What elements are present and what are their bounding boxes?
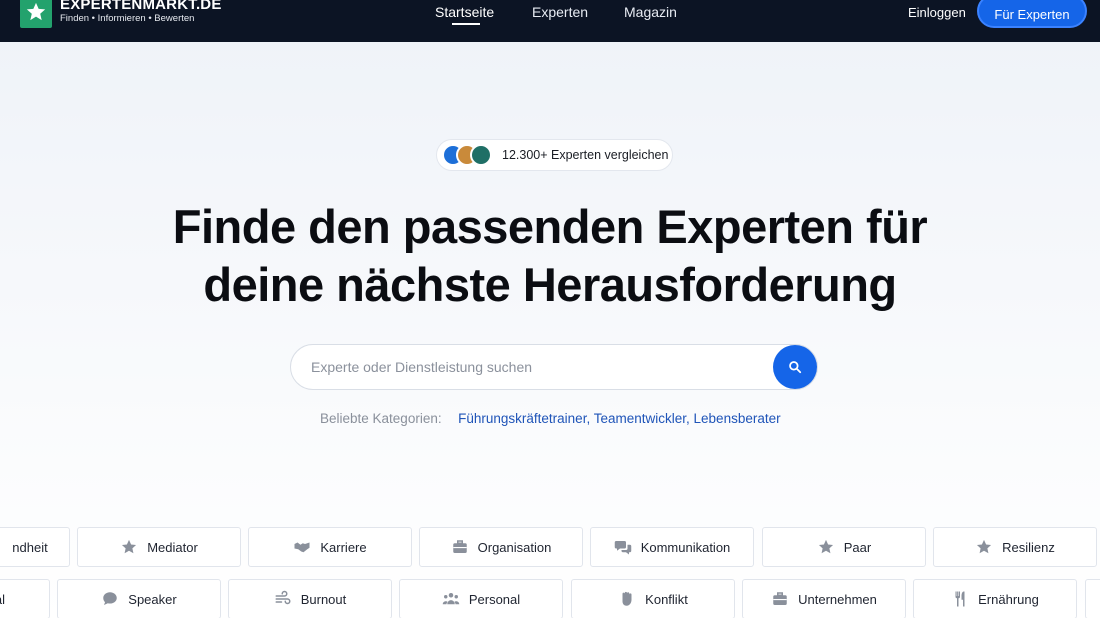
search-button[interactable] [773, 345, 817, 389]
category-label: Paar [843, 539, 872, 555]
category-label: Unternehmen [798, 591, 877, 607]
category-label: Personal [468, 591, 521, 607]
briefcase-icon [771, 590, 789, 608]
search-input[interactable] [311, 345, 751, 389]
category-chip-unternehmen[interactable]: Unternehmen [742, 579, 906, 618]
category-chip-gesundheit[interactable]: ndheit [0, 527, 70, 567]
badge-text: 12.300+ Experten vergleichen [502, 148, 669, 162]
page-title: Finde den passenden Experten für deine n… [0, 198, 1100, 314]
category-chip-paar[interactable]: Paar [762, 527, 926, 567]
category-label: ndheit [12, 539, 48, 555]
nav-link-magazin[interactable]: Magazin [624, 4, 677, 20]
briefcase-icon [451, 538, 469, 556]
category-chip-speaker[interactable]: Speaker [57, 579, 221, 618]
category-chip-konflikt[interactable]: Konflikt [571, 579, 735, 618]
for-experts-button[interactable]: Für Experten [977, 0, 1087, 28]
popular-link-lebensberater[interactable]: Lebensberater [694, 411, 781, 426]
avatar [470, 144, 492, 166]
fist-icon [618, 590, 636, 608]
top-navbar: EXPERTENMARKT.DE Finden • Informieren • … [0, 0, 1100, 42]
category-label: Karriere [320, 539, 367, 555]
category-label: Ernährung [978, 591, 1039, 607]
category-label: Kommunikation [640, 539, 731, 555]
search-icon [789, 361, 802, 374]
experts-count-badge: 12.300+ Experten vergleichen [436, 139, 673, 171]
search-bar [290, 344, 818, 390]
chat-bubbles-icon [614, 538, 632, 556]
category-chip-karriere[interactable]: Karriere [248, 527, 412, 567]
category-chip-burnout[interactable]: Burnout [228, 579, 392, 618]
category-chip-organisation[interactable]: Organisation [419, 527, 583, 567]
category-label: Burnout [300, 591, 347, 607]
category-chip-ernaehrung[interactable]: Ernährung [913, 579, 1077, 618]
category-label: al [0, 591, 5, 607]
category-label: Resilienz [1002, 539, 1055, 555]
people-icon [442, 590, 460, 608]
category-chip-partial[interactable]: al [0, 579, 50, 618]
headline-line-1: Finde den passenden Experten für [172, 200, 928, 253]
headline-line-2: deine nächste Herausforderung [203, 258, 897, 311]
fork-knife-icon [951, 590, 969, 608]
nav-link-experten[interactable]: Experten [532, 4, 588, 20]
handshake-icon [293, 538, 311, 556]
nav-link-startseite[interactable]: Startseite [435, 4, 494, 20]
category-chip-partial-right[interactable] [1085, 579, 1100, 618]
popular-categories: Beliebte Kategorien: Führungskräftetrain… [320, 411, 781, 426]
category-chip-kommunikation[interactable]: Kommunikation [590, 527, 754, 567]
category-label: Konflikt [645, 591, 688, 607]
active-nav-indicator [452, 23, 480, 25]
category-label: Organisation [477, 539, 552, 555]
avatar-stack [442, 143, 498, 167]
speech-bubble-icon [101, 590, 119, 608]
popular-link-fuehrungskraeftetrainer[interactable]: Führungskräftetrainer [458, 411, 586, 426]
category-chip-personal[interactable]: Personal [399, 579, 563, 618]
star-icon [120, 538, 138, 556]
star-icon [817, 538, 835, 556]
category-label: Mediator [147, 539, 198, 555]
star-icon [975, 538, 993, 556]
category-chip-resilienz[interactable]: Resilienz [933, 527, 1097, 567]
category-chip-mediator[interactable]: Mediator [77, 527, 241, 567]
login-link[interactable]: Einloggen [908, 5, 966, 20]
popular-label: Beliebte Kategorien: [320, 411, 442, 426]
popular-link-teamentwickler[interactable]: Teamentwickler [594, 411, 686, 426]
category-label: Speaker [128, 591, 177, 607]
wind-icon [274, 590, 292, 608]
